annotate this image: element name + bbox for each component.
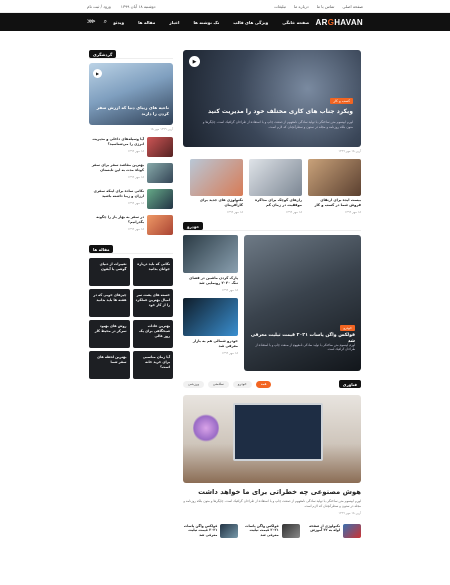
thumbnail (281, 523, 300, 538)
feature-image[interactable] (183, 395, 361, 483)
laptop-screen (233, 403, 323, 461)
list-item[interactable]: فولکس واگن پاسات ۲۰۲۱ قیمت تیلیت معرفی ش… (244, 523, 300, 538)
post-image[interactable] (190, 159, 243, 196)
grid-card[interactable]: تغییرات از دنیای گوشی یا آیفون (89, 258, 130, 286)
top-bar: صفحه اصلی تماس با ما درباره ما تبلیغات و… (0, 0, 450, 13)
top-link-home[interactable]: صفحه اصلی (342, 4, 363, 9)
thumbnail (220, 523, 239, 538)
top-link-about[interactable]: درباره ما (294, 4, 309, 9)
date-text: دوشنبه ۱۸ آبان ۱۳۹۹ (120, 3, 156, 9)
thumbnail (343, 523, 361, 538)
top-link-contact[interactable]: تماس با ما (317, 4, 335, 9)
tab-health[interactable]: سلامتی (207, 380, 229, 388)
hero-card[interactable]: ▶ کسب و کار ویکرد جناب های کاری مختلف خو… (183, 50, 361, 147)
menu-item-articles[interactable]: مقاله ها (138, 20, 155, 25)
list-item[interactable]: نکاتی ساده برای اینکه سفری ارزان و زیبا … (89, 189, 173, 209)
grid-card[interactable]: آیا زمان مناسبی برای خرید خانه است؟ (132, 351, 173, 379)
tab-all[interactable]: همه (255, 380, 272, 388)
top-link-ads[interactable]: تبلیغات (274, 4, 286, 9)
list-item[interactable]: تکنولوژی از صفحه لوله به ۲۲ آموزش (306, 523, 361, 538)
list-item[interactable]: بهترین مقاصد سفر برای سفر کوتاه مدت به ا… (89, 163, 173, 183)
cars-featured-card[interactable]: خودرو فولکس واگن پاسات ۲۰۲۱ قیمت تیلیت م… (244, 235, 361, 371)
play-icon[interactable]: ▶ (93, 69, 102, 78)
section-title-travel: گردشگری (89, 50, 117, 58)
hero-tag[interactable]: کسب و کار (330, 98, 353, 104)
list-item[interactable]: آیا وسیله‌های داخلی و مدیریت انرژی را می… (89, 137, 173, 157)
articles-grid: نکاتی که باید درباره جوانان بدانید تغییر… (89, 258, 173, 379)
site-logo[interactable]: ARGHAVAN (316, 18, 363, 27)
sidebar-featured-card[interactable]: ▶ ناحیه های زیبای دنیا که ارزش سفر کردن … (89, 63, 173, 125)
post-image[interactable] (308, 159, 361, 196)
cars-block: خودرو فولکس واگن پاسات ۲۰۲۱ قیمت تیلیت م… (183, 235, 361, 371)
thumbnail (147, 163, 173, 183)
thumbnail (147, 189, 173, 209)
grid-card[interactable]: بهترین لحظه های سفر شما (89, 351, 130, 379)
post-image[interactable] (183, 235, 238, 273)
menu-item-single[interactable]: تک نوشته ها (193, 20, 219, 25)
search-icon[interactable]: ⌕ (104, 18, 107, 26)
sidebar: گردشگری ▶ ناحیه های زیبای دنیا که ارزش س… (89, 50, 173, 379)
menu-item-home[interactable]: صفحه خانگی (282, 20, 309, 25)
hero-meta: آرین ۱۸ مهر ۱۳۹۹ (338, 149, 361, 153)
grid-card[interactable]: روش های بهبود تمرکز در محیط کار (89, 320, 130, 348)
grid-card[interactable]: چیزهای خوبی که در هفته ها باید بدانید (89, 289, 130, 317)
menu-item-features[interactable]: ویژگی های قالب (233, 20, 268, 25)
cars-featured-desc: لورم ایپسوم متن ساختگی با تولید سادگی نا… (255, 343, 355, 352)
flowers-decor (193, 413, 219, 443)
post-image[interactable] (183, 298, 238, 336)
bottom-row: تکنولوژی از صفحه لوله به ۲۲ آموزش فولکس … (183, 523, 361, 538)
tab-cars[interactable]: خودرو (232, 380, 252, 388)
main-content: ▶ کسب و کار ویکرد جناب های کاری مختلف خو… (183, 50, 361, 538)
menu-item-video[interactable]: ویدئو (113, 20, 124, 25)
post-card[interactable]: خودرو شمالی هم به بازار معرفی شد ۱۸ مهر … (183, 298, 238, 355)
tech-tabs: فناوری همه خودرو سلامتی ورزشی (183, 379, 361, 389)
play-icon[interactable]: ▶ (189, 56, 200, 67)
section-title-articles: مقاله ها (89, 245, 114, 253)
section-title-tech: فناوری (338, 380, 361, 388)
grid-card[interactable]: بهترین عادات صبحگاهی برای یک روز عالی (132, 320, 173, 348)
post-card[interactable]: بیست ایده برای ارتقای فروش شما در کسب و … (308, 159, 361, 214)
sidebar-featured-meta: آرین ۱۳۹۹ مهر ۱۸ (150, 127, 173, 131)
feature-desc: لورم ایپسوم متن ساختگی با تولید سادگی نا… (183, 499, 361, 508)
post-image[interactable] (249, 159, 302, 196)
cars-tag[interactable]: خودرو (340, 325, 355, 331)
post-card[interactable]: تکنولوژی های جدید برای کارآفرینان ۱۸ مهر… (190, 159, 243, 214)
grid-card[interactable]: نکاتی که باید درباره جوانان بدانید (132, 258, 173, 286)
feature-meta: آرین ۱۸ مهر ۱۳۹۹ (338, 510, 361, 515)
main-navbar: ARGHAVAN صفحه خانگی ویژگی های قالب تک نو… (0, 13, 450, 31)
top-links: صفحه اصلی تماس با ما درباره ما تبلیغات (274, 4, 363, 9)
post-card[interactable]: پارک کردن ماشین در فضای تنگ ۲۰۲۰ رونمایی… (183, 235, 238, 292)
login-link[interactable]: ورود / ثبت نام (87, 4, 111, 9)
hero-title[interactable]: ویکرد جناب های کاری مختلف خود را مدیریت … (191, 108, 353, 116)
grid-card[interactable]: خسته های پشت سر امیال بهترین عملکرد را ا… (132, 289, 173, 317)
post-card[interactable]: رازهای کوچک برای مذاکره موفقیت در زمان ک… (249, 159, 302, 214)
main-menu: صفحه خانگی ویژگی های قالب تک نوشته ها اخ… (113, 20, 309, 25)
thumbnail (147, 137, 173, 157)
list-item[interactable]: فولکس واگن پاسات ۲۰۲۱ قیمت تیلیت معرفی ش… (183, 523, 239, 538)
tab-sports[interactable]: ورزشی (183, 380, 204, 388)
business-row: بیست ایده برای ارتقای فروش شما در کسب و … (183, 159, 361, 214)
thumbnail (147, 215, 173, 235)
sidebar-featured-title[interactable]: ناحیه های زیبای دنیا که ارزش سفر کردن را… (93, 105, 169, 117)
feature-title[interactable]: هوش مصنوعی چه خطراتی برای ما خواهد داشت (183, 488, 361, 497)
list-item[interactable]: در سفر به بهار باز را چگونه بگذرانیم؟ ۱۸ … (89, 215, 173, 235)
menu-item-news[interactable]: اخبار (169, 20, 179, 25)
share-icon[interactable]: ⋘ (87, 18, 96, 26)
hero-desc: لورم ایپسوم متن ساختگی با تولید سادگی نا… (202, 120, 353, 129)
section-title-cars: خودرو (183, 222, 204, 230)
